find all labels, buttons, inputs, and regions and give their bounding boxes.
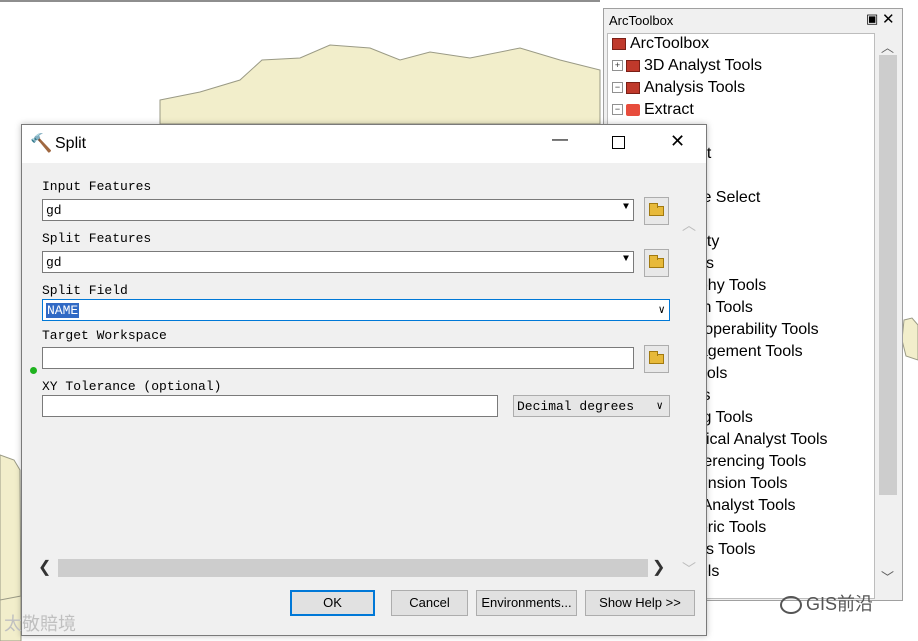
cancel-button[interactable]: Cancel xyxy=(391,590,468,616)
toolbox-tree-item[interactable]: ArcToolbox xyxy=(612,35,709,57)
input-features-label: Input Features xyxy=(42,179,152,194)
horizontal-scrollbar[interactable]: ❮ ❯ xyxy=(36,559,670,577)
dialog-titlebar[interactable]: 🔨 Split — ✕ xyxy=(22,125,706,163)
split-features-label: Split Features xyxy=(42,231,152,246)
scroll-up-icon[interactable]: ︿ xyxy=(682,215,696,235)
folder-icon xyxy=(649,203,664,216)
split-features-browse-button[interactable] xyxy=(644,249,669,277)
toolbox-tree-label: eroperability Tools xyxy=(690,321,819,338)
xy-tolerance-units-select[interactable]: Decimal degrees ∨ xyxy=(513,395,670,417)
toolbox-tree-label: ArcToolbox xyxy=(630,35,710,52)
split-features-combo[interactable]: gd ▼ xyxy=(42,251,634,273)
toolbox-icon xyxy=(626,59,640,72)
collapse-icon[interactable]: − xyxy=(612,104,623,116)
wechat-icon xyxy=(780,596,802,615)
toolbox-icon xyxy=(626,81,640,94)
target-workspace-input[interactable] xyxy=(42,347,634,369)
toolbox-tree-label: istical Analyst Tools xyxy=(690,431,828,448)
toolbox-tree-label: 3D Analyst Tools xyxy=(644,57,762,74)
toolbox-tree-item[interactable]: eroperability Tools xyxy=(690,321,819,343)
xy-tolerance-label: XY Tolerance (optional) xyxy=(42,379,222,394)
toolbox-scrollbar[interactable]: ︿ ﹀ xyxy=(876,33,900,599)
toolbox-tree-item[interactable]: eferencing Tools xyxy=(690,453,806,475)
target-workspace-label: Target Workspace xyxy=(42,328,167,343)
split-dialog: 🔨 Split — ✕ Input Features gd ▼ Split Fe… xyxy=(21,124,707,636)
toolbox-tree-item[interactable]: − Extract xyxy=(612,101,694,123)
dropdown-arrow-icon[interactable]: ▼ xyxy=(623,202,629,213)
input-features-value: gd xyxy=(46,203,62,218)
target-workspace-browse-button[interactable] xyxy=(644,345,669,373)
xy-tolerance-input[interactable] xyxy=(42,395,498,417)
arctoolbox-title: ArcToolbox xyxy=(609,13,674,28)
input-features-combo[interactable]: gd ▼ xyxy=(42,199,634,221)
scroll-right-icon[interactable]: ❯ xyxy=(652,557,665,577)
environments-button[interactable]: Environments... xyxy=(476,590,577,616)
chevron-down-icon[interactable]: ∨ xyxy=(658,303,665,317)
split-field-select[interactable]: NAME ∨ xyxy=(42,299,670,321)
arctoolbox-icon xyxy=(612,37,626,50)
scroll-left-icon[interactable]: ❮ xyxy=(38,557,51,577)
scroll-thumb[interactable] xyxy=(879,55,897,495)
show-help-button[interactable]: Show Help >> xyxy=(585,590,695,616)
dropdown-arrow-icon[interactable]: ▼ xyxy=(623,254,629,265)
split-features-value: gd xyxy=(46,255,62,270)
dialog-body: Input Features gd ▼ Split Features gd ▼ … xyxy=(22,163,706,577)
input-features-browse-button[interactable] xyxy=(644,197,669,225)
toolset-icon xyxy=(626,103,640,116)
toolbox-tree-label: Extract xyxy=(644,101,694,118)
expand-icon[interactable]: + xyxy=(612,60,623,72)
folder-icon xyxy=(649,351,664,364)
split-field-label: Split Field xyxy=(42,283,128,298)
arctoolbox-titlebar[interactable]: ArcToolbox ▣ ✕ xyxy=(604,9,902,31)
close-icon[interactable]: ✕ xyxy=(882,10,895,28)
watermark-left: 太敬賠境 xyxy=(4,614,76,634)
scroll-down-icon[interactable]: ﹀ xyxy=(881,567,894,586)
split-field-value: NAME xyxy=(46,303,80,318)
collapse-icon[interactable]: − xyxy=(612,82,623,94)
toolbox-tree-label: eferencing Tools xyxy=(690,453,807,470)
chevron-down-icon[interactable]: ∨ xyxy=(656,399,663,413)
toolbox-tree-item[interactable]: − Analysis Tools xyxy=(612,79,745,101)
required-indicator-icon xyxy=(30,367,37,374)
maximize-icon[interactable] xyxy=(612,136,625,149)
toolbox-tree-item[interactable]: istical Analyst Tools xyxy=(690,431,828,453)
close-icon[interactable]: ✕ xyxy=(670,131,685,152)
units-value: Decimal degrees xyxy=(517,399,635,414)
toolbox-tree-label: Analysis Tools xyxy=(644,79,746,96)
scroll-up-icon[interactable]: ︿ xyxy=(881,37,894,56)
minimize-icon[interactable]: — xyxy=(552,131,568,149)
scroll-thumb[interactable] xyxy=(58,559,648,577)
watermark-right-text: GIS前沿 xyxy=(806,594,874,614)
dialog-title: Split xyxy=(55,135,87,152)
hammer-icon: 🔨 xyxy=(30,133,53,153)
folder-icon xyxy=(649,255,664,268)
ok-button[interactable]: OK xyxy=(290,590,375,616)
watermark-right: GIS前沿 xyxy=(780,590,873,616)
pin-icon[interactable]: ▣ xyxy=(866,11,878,27)
scroll-down-icon[interactable]: ﹀ xyxy=(682,559,696,579)
toolbox-tree-item[interactable]: +3D Analyst Tools xyxy=(612,57,762,79)
